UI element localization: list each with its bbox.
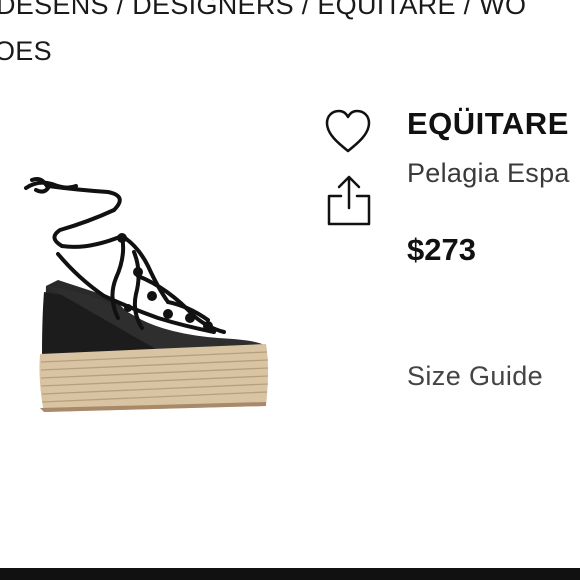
product-image[interactable] [18, 168, 274, 418]
product-price: $273 [407, 232, 476, 267]
sandal-illustration [24, 177, 269, 412]
breadcrumb-line-2[interactable]: OES [0, 36, 52, 66]
heart-icon[interactable] [322, 105, 374, 157]
bottom-bar [0, 568, 580, 580]
product-name: Pelagia Espa [407, 158, 570, 188]
breadcrumb-line-1[interactable]: DESENS / DESIGNERS / EQÜITARE / WO [0, 0, 526, 20]
size-guide-link[interactable]: Size Guide [407, 361, 543, 392]
brand-name[interactable]: EQÜITARE [407, 106, 569, 142]
share-icon[interactable] [324, 172, 374, 228]
